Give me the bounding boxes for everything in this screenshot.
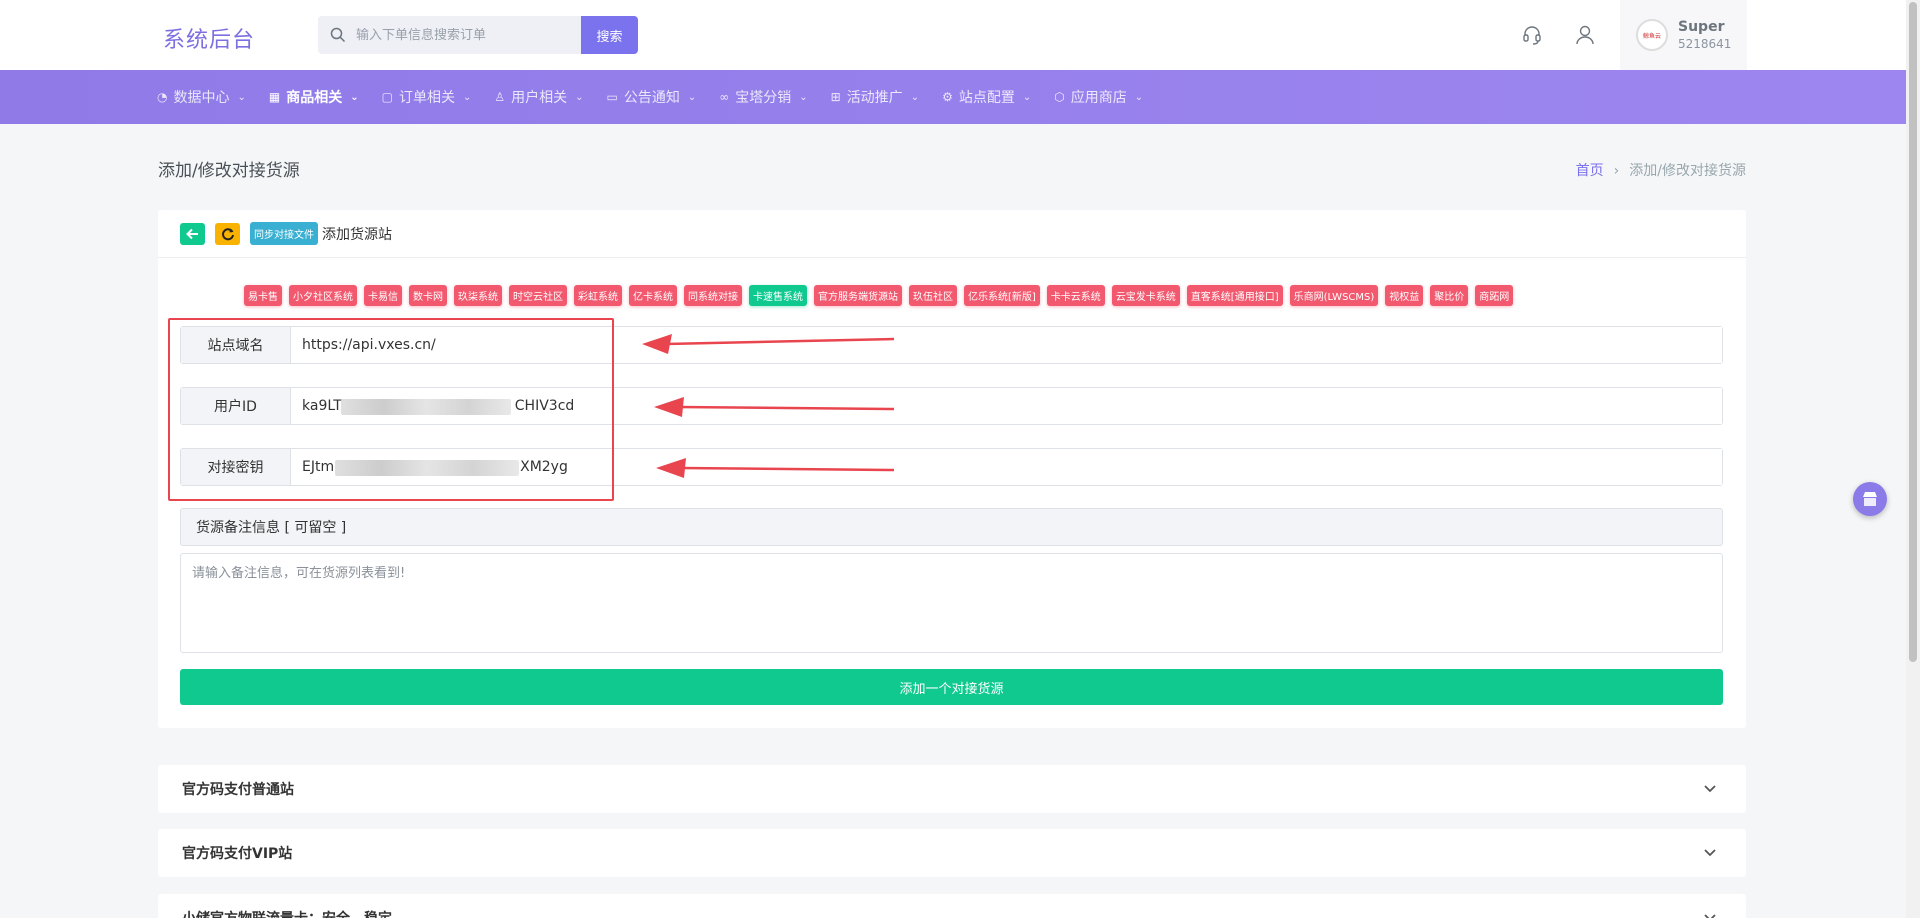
accordion-official-pay-standard[interactable]: 官方码支付普通站 [158,765,1746,813]
scrollbar-thumb[interactable] [1909,2,1917,662]
accordion-title: 小储官方物联流量卡：安全、稳定 [182,908,392,918]
accordion-title: 官方码支付VIP站 [182,846,293,862]
chevron-down-icon [1704,785,1716,793]
accordion-title: 官方码支付普通站 [182,782,294,798]
accordion-official-pay-vip[interactable]: 官方码支付VIP站 [158,829,1746,877]
annotation-arrow [642,334,895,354]
floating-shop-button[interactable] [1853,482,1887,516]
chevron-down-icon [1704,914,1716,918]
annotation-arrow [656,458,895,478]
store-icon [1863,492,1877,506]
annotation-arrow [654,397,895,417]
accordion-iot-card[interactable]: 小储官方物联流量卡：安全、稳定 [158,894,1746,918]
chevron-down-icon [1704,849,1716,857]
